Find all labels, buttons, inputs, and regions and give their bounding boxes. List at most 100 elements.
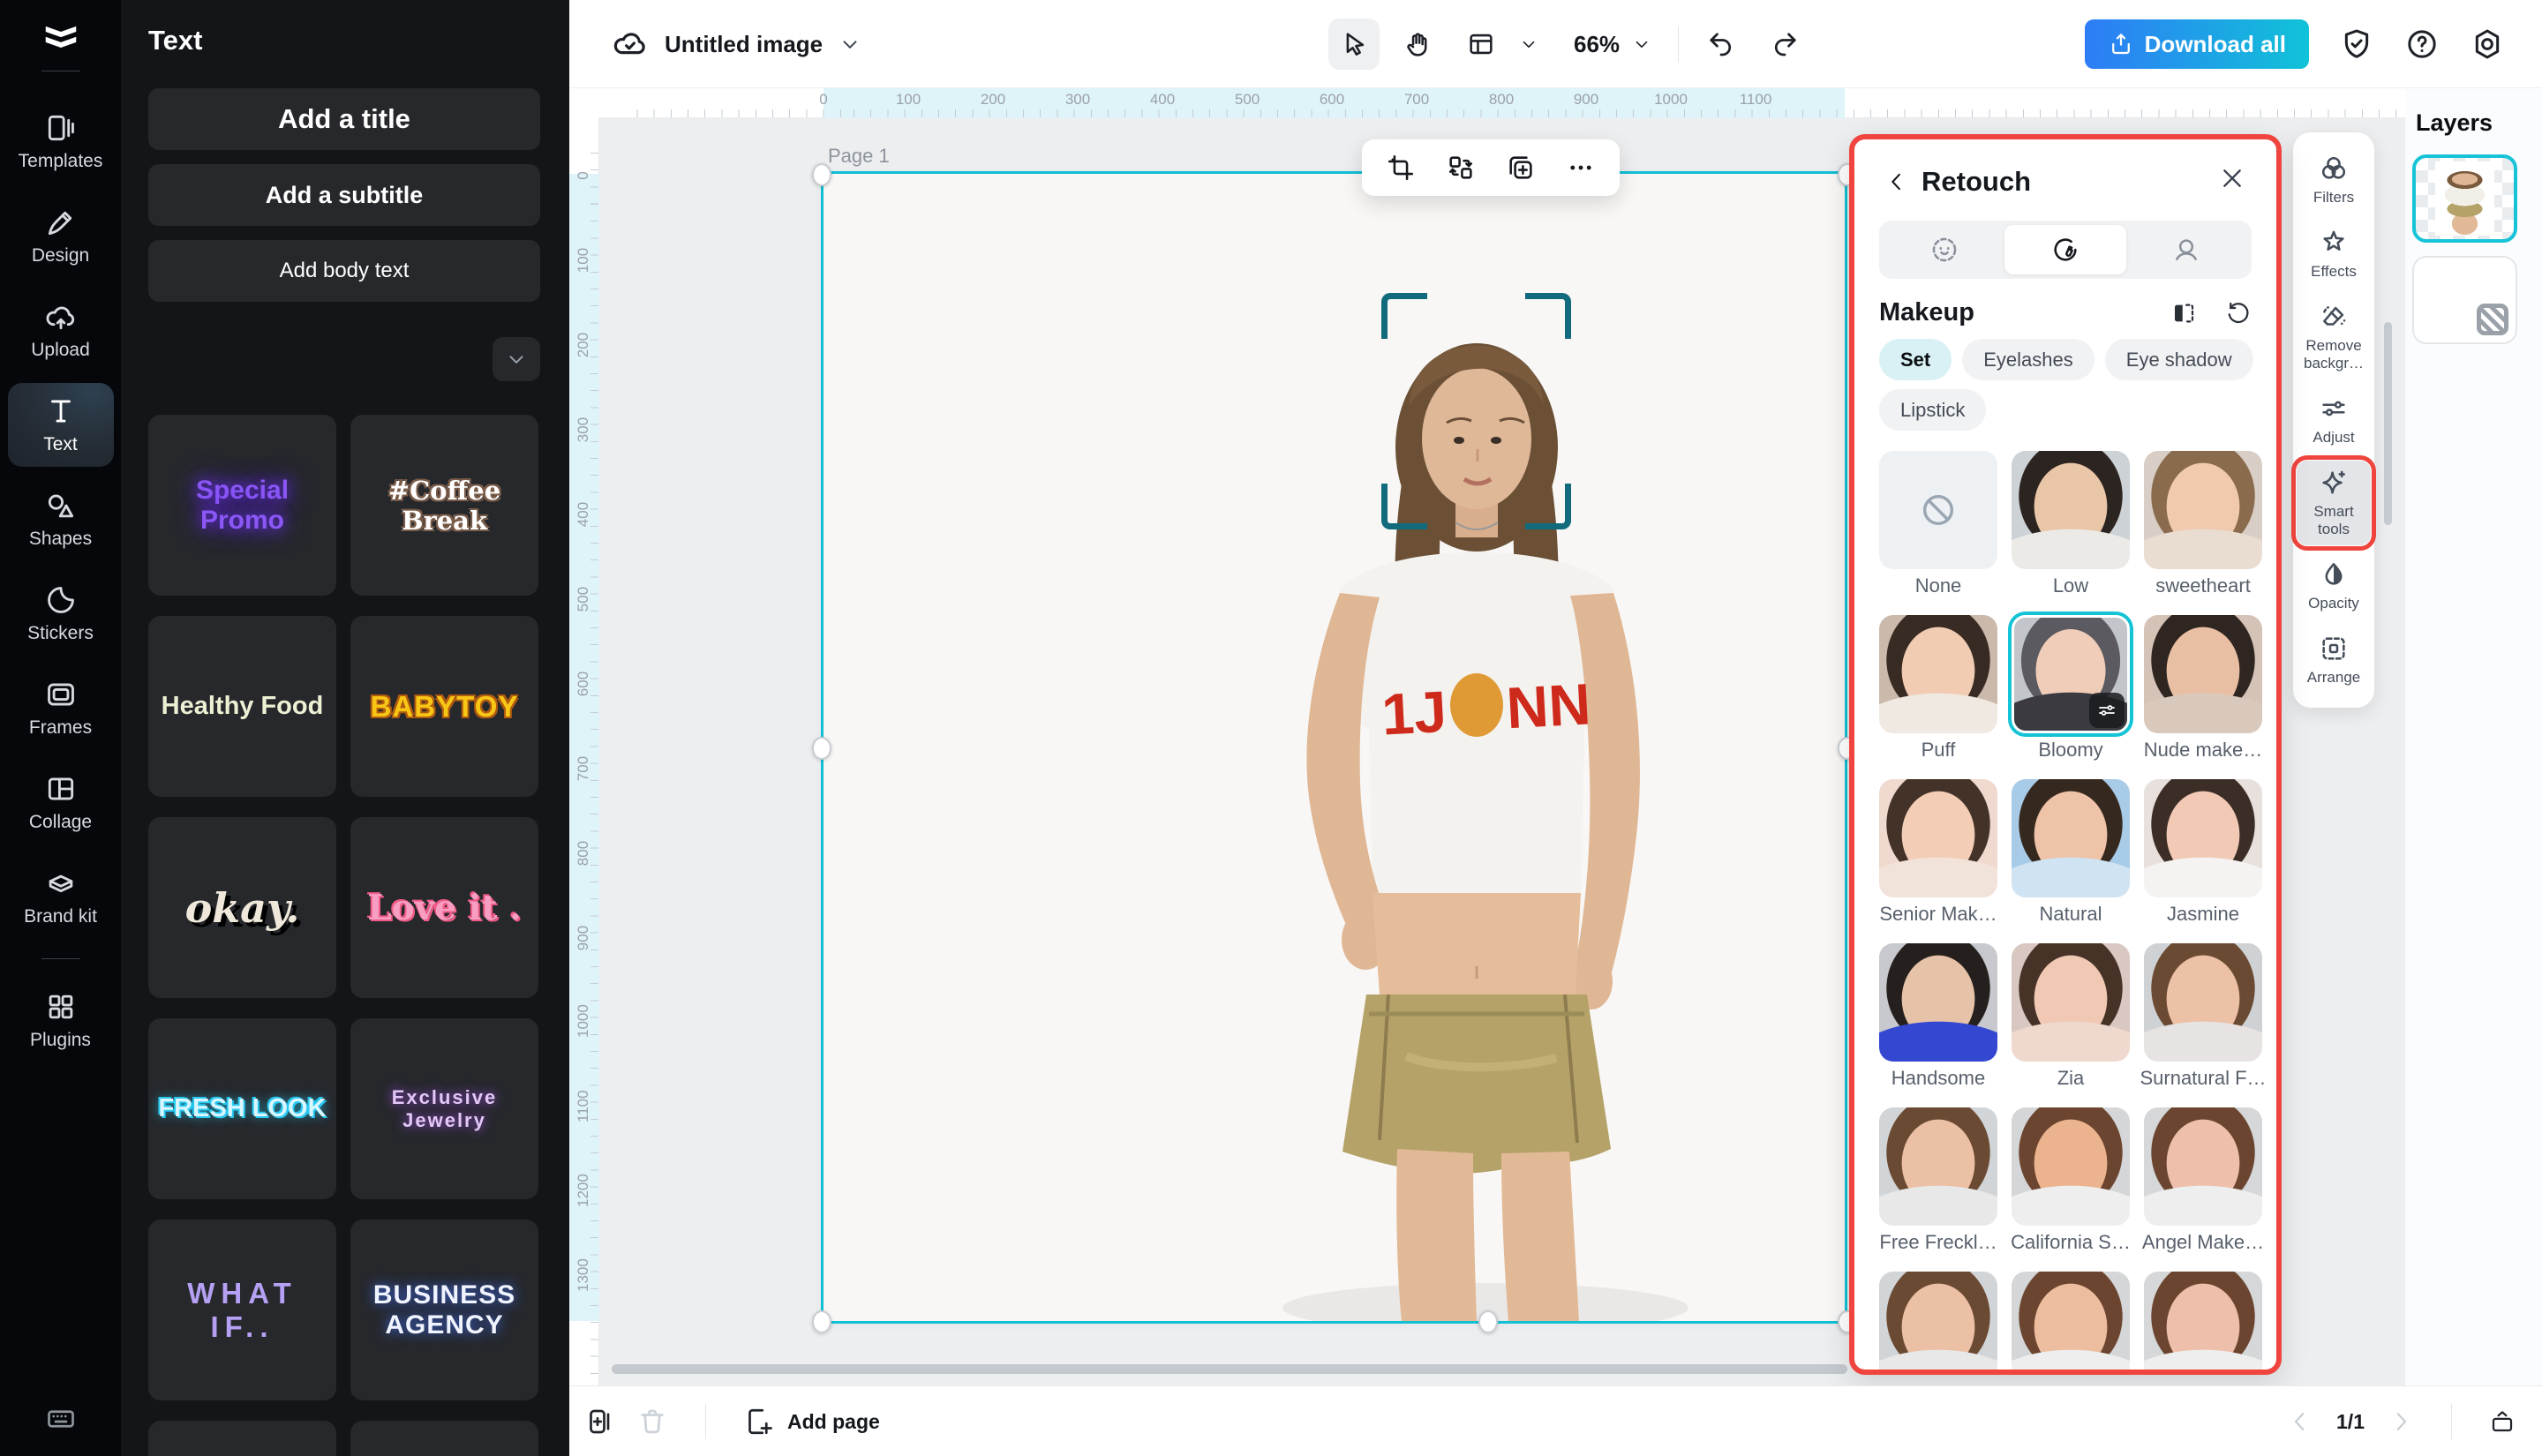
makeup-preset-item[interactable] [2012, 1272, 2130, 1375]
body-retouch-tab[interactable] [2126, 225, 2247, 274]
sidebar-item-collage[interactable]: Collage [8, 761, 114, 844]
sidebar-item-shapes[interactable]: Shapes [8, 477, 114, 561]
duplicate-page-icon[interactable] [582, 1406, 613, 1437]
text-style-item[interactable] [148, 1421, 336, 1456]
makeup-preset-angel-make[interactable]: Angel Make… [2144, 1107, 2262, 1226]
shield-check-icon[interactable] [2339, 26, 2374, 62]
text-style-fresh-look[interactable]: FRESH LOOK [148, 1018, 336, 1199]
text-style-business-agency[interactable]: BUSINESS AGENCY [350, 1220, 538, 1400]
replace-icon[interactable] [1446, 153, 1476, 183]
add-title-button[interactable]: Add a title [148, 88, 540, 150]
chip-set[interactable]: Set [1879, 339, 1952, 380]
redo-icon[interactable] [1769, 28, 1801, 60]
sidebar-item-text[interactable]: Text [8, 383, 114, 467]
text-style-exclusive-jewelry[interactable]: Exclusive Jewelry [350, 1018, 538, 1199]
text-style-coffee-break[interactable]: #Coffee Break [350, 415, 538, 596]
trash-icon[interactable] [636, 1406, 668, 1437]
canvas-size-tool[interactable] [1455, 19, 1507, 70]
back-icon[interactable] [1884, 169, 1909, 194]
rail-item-remove-backgr[interactable]: Remove backgr… [2297, 295, 2371, 379]
makeup-preset-jasmine[interactable]: Jasmine [2144, 779, 2262, 897]
compare-icon[interactable] [2170, 300, 2197, 326]
close-icon[interactable] [2218, 164, 2246, 192]
makeup-preset-zia[interactable]: Zia [2012, 943, 2130, 1062]
download-all-button[interactable]: Download all [2085, 19, 2309, 69]
rail-item-arrange[interactable]: Arrange [2297, 627, 2371, 694]
makeup-preset-low[interactable]: Low [2012, 451, 2130, 569]
sidebar-item-design[interactable]: Design [8, 194, 114, 278]
makeup-preset-nude-make[interactable]: Nude make… [2144, 615, 2262, 733]
resize-handle-top-left[interactable] [812, 163, 831, 186]
previous-page-icon[interactable] [2287, 1408, 2313, 1435]
makeup-preset-handsome[interactable]: Handsome [1879, 943, 1997, 1062]
makeup-preset-sweetheart[interactable]: sweetheart [2144, 451, 2262, 569]
model-photo[interactable]: 1J NN [824, 174, 1845, 1321]
makeup-preset-free-freckl[interactable]: Free Freckl… [1879, 1107, 1997, 1226]
layer-image[interactable] [2412, 154, 2517, 243]
zoom-level[interactable]: 66% [1574, 31, 1620, 58]
makeup-preset-item[interactable] [2144, 1272, 2262, 1375]
sidebar-item-frames[interactable]: Frames [8, 666, 114, 750]
makeup-tab[interactable] [2004, 225, 2125, 274]
keyboard-shortcuts-icon[interactable] [41, 1403, 80, 1435]
rail-item-effects[interactable]: Effects [2297, 221, 2371, 288]
crop-icon[interactable] [1386, 153, 1416, 183]
duplicate-icon[interactable] [1506, 153, 1536, 183]
add-subtitle-button[interactable]: Add a subtitle [148, 164, 540, 226]
rail-item-adjust[interactable]: Adjust [2297, 387, 2371, 454]
text-style-item[interactable] [350, 1421, 538, 1456]
rail-item-opacity[interactable]: Opacity [2297, 552, 2371, 619]
collapse-panel-icon[interactable] [2489, 1408, 2516, 1435]
makeup-preset-puff[interactable]: Puff [1879, 615, 1997, 733]
rail-item-filters[interactable]: Filters [2297, 146, 2371, 214]
resize-handle-bottom[interactable] [1478, 1310, 1498, 1333]
horizontal-scrollbar[interactable] [612, 1364, 1847, 1374]
document-title[interactable]: Untitled image [665, 31, 823, 58]
more-icon[interactable] [1566, 153, 1596, 183]
text-style-special-promo[interactable]: Special Promo [148, 415, 336, 596]
capcut-logo-icon[interactable] [35, 16, 86, 56]
add-body-text-button[interactable]: Add body text [148, 240, 540, 302]
sidebar-item-templates[interactable]: Templates [8, 100, 114, 184]
sidebar-item-stickers[interactable]: Stickers [8, 572, 114, 656]
makeup-preset-senior-mak[interactable]: Senior Mak… [1879, 779, 1997, 897]
resize-handle-left[interactable] [812, 737, 831, 760]
makeup-preset-none[interactable]: None [1879, 451, 1997, 569]
makeup-preset-item[interactable] [1879, 1272, 1997, 1375]
chip-eye-shadow[interactable]: Eye shadow [2105, 339, 2253, 380]
rail-item-smart-tools[interactable]: Smart tools [2297, 461, 2371, 545]
face-retouch-tab[interactable] [1884, 225, 2004, 274]
hand-tool[interactable] [1392, 19, 1443, 70]
sidebar-item-plugins[interactable]: Plugins [8, 979, 114, 1062]
upload-icon [44, 300, 78, 334]
makeup-preset-california-s[interactable]: California S… [2012, 1107, 2130, 1226]
sidebar-item-upload[interactable]: Upload [8, 289, 114, 372]
add-page-button[interactable]: Add page [743, 1406, 880, 1437]
makeup-preset-surnatural-f[interactable]: Surnatural F… [2144, 943, 2262, 1062]
chevron-down-icon[interactable] [1632, 34, 1651, 54]
chip-lipstick[interactable]: Lipstick [1879, 389, 1986, 431]
layer-background[interactable] [2412, 256, 2517, 344]
makeup-preset-bloomy[interactable]: Bloomy [2012, 615, 2130, 733]
text-style-what-if[interactable]: WHAT IF.. [148, 1220, 336, 1400]
vertical-scrollbar[interactable] [2384, 322, 2392, 525]
reset-icon[interactable] [2225, 300, 2252, 326]
settings-icon[interactable] [2470, 26, 2505, 62]
makeup-preset-natural[interactable]: Natural [2012, 779, 2130, 897]
select-tool[interactable] [1328, 19, 1380, 70]
chevron-down-icon[interactable] [839, 33, 861, 56]
help-icon[interactable] [2404, 26, 2440, 62]
next-page-icon[interactable] [2388, 1408, 2414, 1435]
text-style-babytoy[interactable]: BABYTOY [350, 616, 538, 797]
resize-handle-bottom-left[interactable] [812, 1310, 831, 1333]
text-style-love-it[interactable]: Love it . [350, 817, 538, 998]
collapse-section-button[interactable] [493, 337, 540, 381]
text-style-okay[interactable]: okay. [148, 817, 336, 998]
text-style-healthy-food[interactable]: Healthy Food [148, 616, 336, 797]
canvas-page[interactable]: 1J NN [824, 174, 1845, 1321]
chip-eyelashes[interactable]: Eyelashes [1962, 339, 2095, 380]
undo-icon[interactable] [1705, 28, 1737, 60]
adjust-preset-badge[interactable] [2089, 693, 2125, 728]
text-style-label: WHAT IF.. [154, 1277, 331, 1344]
sidebar-item-brand-kit[interactable]: Brand kit [8, 855, 114, 939]
